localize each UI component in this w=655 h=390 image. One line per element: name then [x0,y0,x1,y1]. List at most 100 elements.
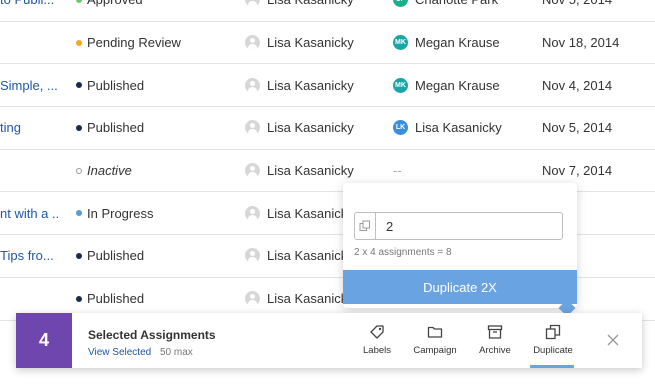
title-cell[interactable]: Tips fro... [0,235,60,277]
tag-icon [370,325,384,339]
selected-assignments-title: Selected Assignments [88,328,216,342]
campaign-action-button[interactable]: Campaign [410,313,460,368]
duplicate-count-stepper[interactable] [354,212,563,240]
due-date: Nov 7, 2014 [542,163,613,179]
title-cell[interactable]: nt with a ... [0,192,60,234]
folder-icon [427,326,443,338]
assignee-name: Megan Krause [415,77,500,93]
table-row[interactable]: ting Published Lisa Kasanicky LK Lisa Kasani… [0,107,655,150]
selection-action-bar: 4 Selected Assignments View Selected 50 … [16,313,642,368]
owner-cell: Lisa Kasanicky [245,64,354,106]
avatar [245,291,260,307]
status-dot [76,252,82,259]
avatar: MK [393,77,408,93]
title-cell[interactable]: Simple, ... [0,64,60,106]
assignee-cell: MK Megan Krause [393,22,500,64]
duplicate-confirm-button[interactable]: Duplicate 2X [343,270,577,304]
assignee-name: Charlotte Park [415,0,498,7]
owner-name: Lisa Kasanicky [267,205,354,221]
labels-action-button[interactable]: Labels [352,313,402,368]
avatar [245,120,260,136]
avatar [245,163,260,179]
status-cell: Published [76,64,144,106]
duplicate-count-input[interactable] [376,213,562,239]
assignee-name: Megan Krause [415,35,500,51]
avatar [245,0,260,8]
owner-cell: Lisa Kasanicky [245,235,354,277]
title-cell[interactable]: to Publi... [0,0,60,21]
owner-name: Lisa Kasanicky [267,35,354,51]
status-label: Published [87,291,145,307]
assignee-cell: LK Lisa Kasanicky [393,107,502,149]
close-icon[interactable] [606,333,620,347]
assignment-title-link[interactable]: to Publi... [0,0,54,7]
status-label: Published [87,248,145,264]
active-underline [530,365,574,368]
avatar: MK [393,35,408,51]
table-row[interactable]: Pending Review Lisa Kasanicky MK Megan Krau… [0,22,655,65]
due-date: Nov 18, 2014 [542,35,620,51]
status-dot [76,124,82,131]
campaign-action-label: Campaign [413,345,457,356]
owner-name: Lisa Kasanicky [267,0,354,7]
archive-icon [487,325,503,339]
status-cell: Pending Review [76,22,181,64]
title-cell[interactable]: ting [0,107,60,149]
status-dot [76,39,82,46]
owner-cell: Lisa Kasanicky [245,192,354,234]
owner-name: Lisa Kasanicky [267,248,354,264]
status-label: Approved [87,0,143,7]
assignment-title-link[interactable]: ting [0,120,21,135]
status-cell: In Progress [76,192,153,234]
title-cell[interactable] [0,150,60,192]
status-label: Published [87,77,145,93]
date-cell: Nov 5, 2014 [542,0,612,21]
date-cell: Nov 5, 2014 [542,107,612,149]
selection-max-text: 50 max [160,347,193,358]
duplicate-action-button[interactable]: Duplicate [529,313,577,368]
avatar: CP [393,0,408,8]
assignee-cell: CP Charlotte Park [393,0,498,21]
status-cell: Approved [76,0,143,21]
status-dot [76,0,82,3]
due-date: Nov 5, 2014 [542,0,612,7]
assignee-name: Lisa Kasanicky [415,120,502,136]
due-date: Nov 4, 2014 [542,77,613,93]
status-label: Published [87,120,145,136]
status-cell: Published [76,107,144,149]
assignment-title-link[interactable]: Tips fro... [0,248,54,263]
archive-action-button[interactable]: Archive [470,313,520,368]
assignment-title-link[interactable]: nt with a ... [0,206,60,221]
status-dot [76,295,82,302]
owner-name: Lisa Kasanicky [267,120,354,136]
avatar [245,248,260,264]
assignment-title-link[interactable]: Simple, ... [0,78,58,93]
status-dot [76,210,82,217]
owner-cell: Lisa Kasanicky [245,22,354,64]
avatar: LK [393,120,408,136]
assignee-name: -- [393,163,402,179]
duplicate-helper-text: 2 x 4 assignments = 8 [354,247,452,258]
duplicate-icon [545,324,561,340]
date-cell: Nov 18, 2014 [542,22,619,64]
owner-name: Lisa Kasanicky [267,291,354,307]
view-selected-link[interactable]: View Selected [88,347,151,358]
labels-action-label: Labels [363,345,391,356]
archive-action-label: Archive [479,345,511,356]
duplicate-popover: 2 x 4 assignments = 8 Duplicate 2X [343,183,577,317]
table-row[interactable]: Simple, ... Published Lisa Kasanicky MK Mega… [0,64,655,108]
title-cell[interactable] [0,22,60,64]
avatar [245,205,260,221]
status-label: Pending Review [87,35,181,51]
avatar [245,35,260,51]
status-dot [76,82,82,89]
status-label: In Progress [87,205,154,221]
table-row[interactable]: to Publi... Approved Lisa Kasanicky CP Charl… [0,0,655,22]
owner-cell: Lisa Kasanicky [245,150,354,192]
duplicate-action-label: Duplicate [533,345,573,356]
selected-count-badge: 4 [16,313,72,368]
status-cell: Inactive [76,150,132,192]
status-dot [76,167,82,174]
owner-name: Lisa Kasanicky [267,77,354,93]
owner-cell: Lisa Kasanicky [245,0,354,21]
